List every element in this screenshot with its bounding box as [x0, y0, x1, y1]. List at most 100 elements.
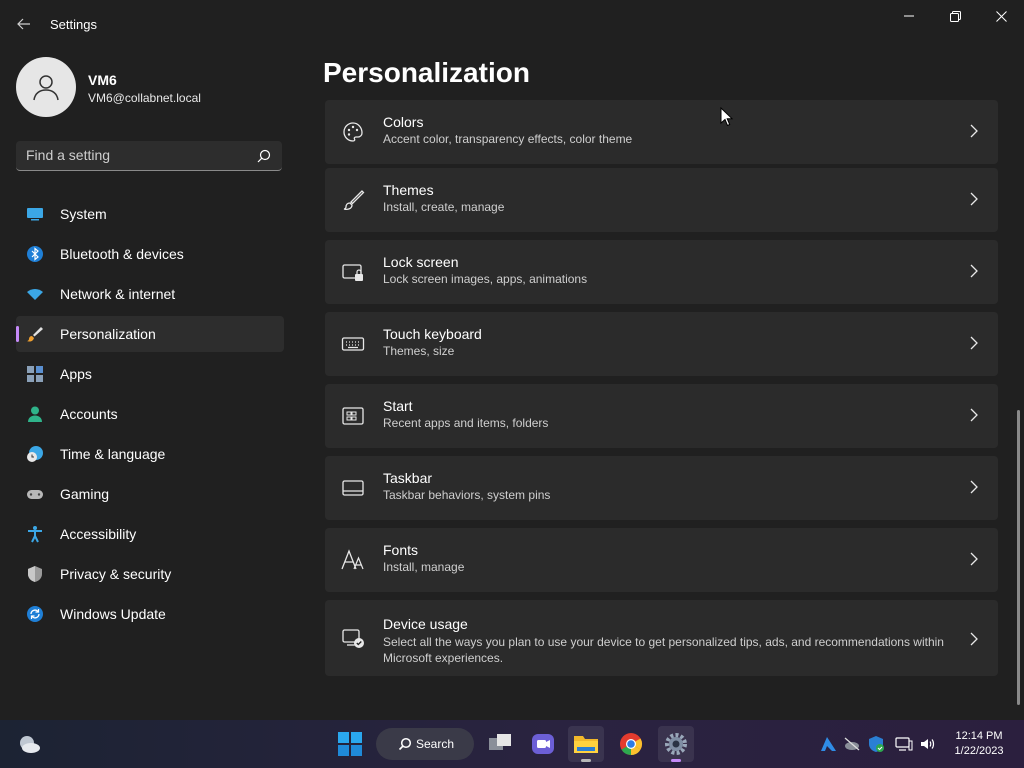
file-explorer-button[interactable] — [568, 726, 604, 762]
onedrive-icon[interactable] — [843, 735, 861, 753]
back-arrow-icon — [17, 18, 30, 30]
card-title: Themes — [383, 182, 434, 198]
back-button[interactable] — [10, 10, 38, 38]
sidebar-item-network-internet[interactable]: Network & internet — [16, 276, 284, 312]
sidebar-item-privacy-security[interactable]: Privacy & security — [16, 556, 284, 592]
sidebar-item-system[interactable]: System — [16, 196, 284, 232]
sidebar-item-accounts[interactable]: Accounts — [16, 396, 284, 432]
system-clock[interactable]: 12:14 PM 1/22/2023 — [946, 729, 1012, 759]
start-button[interactable] — [336, 730, 364, 758]
palette-icon — [343, 122, 363, 142]
card-subtitle: Taskbar behaviors, system pins — [383, 488, 551, 502]
card-title: Lock screen — [383, 254, 459, 270]
card-start[interactable]: Start Recent apps and items, folders — [325, 384, 998, 448]
device-usage-icon — [342, 629, 364, 648]
chrome-button[interactable] — [613, 726, 649, 762]
accessibility-icon — [28, 526, 42, 543]
wifi-icon — [27, 289, 43, 300]
card-subtitle: Install, create, manage — [383, 200, 505, 214]
card-subtitle: Accent color, transparency effects, colo… — [383, 132, 633, 146]
running-indicator — [581, 759, 591, 762]
card-subtitle: Select all the ways you plan to use your… — [383, 635, 944, 665]
settings-app-button[interactable] — [658, 726, 694, 762]
taskbar-search-button[interactable]: Search — [376, 728, 474, 760]
avatar — [16, 57, 76, 117]
close-button[interactable] — [978, 0, 1024, 32]
taskbar-search-label: Search — [416, 737, 455, 751]
card-title: Taskbar — [383, 470, 433, 486]
window-title: Settings — [50, 17, 97, 32]
restore-icon — [949, 10, 961, 22]
card-title: Device usage — [383, 616, 468, 632]
card-touch-keyboard[interactable]: Touch keyboard Themes, size — [325, 312, 998, 376]
card-taskbar[interactable]: Taskbar Taskbar behaviors, system pins — [325, 456, 998, 520]
sidebar-item-label: Network & internet — [60, 286, 176, 302]
accounts-icon — [28, 406, 42, 422]
sidebar-item-label: Gaming — [60, 486, 110, 502]
search-icon — [398, 737, 412, 751]
sidebar-item-label: Privacy & security — [60, 566, 172, 582]
sidebar-item-bluetooth-devices[interactable]: Bluetooth & devices — [16, 236, 284, 272]
chevron-right-icon — [970, 124, 978, 138]
card-fonts[interactable]: Fonts Install, manage — [325, 528, 998, 592]
minimize-button[interactable] — [886, 0, 932, 32]
card-title: Colors — [383, 114, 424, 130]
restore-button[interactable] — [932, 0, 978, 32]
user-icon — [33, 75, 59, 101]
sidebar-item-label: Time & language — [60, 446, 166, 462]
clock-time: 12:14 PM — [955, 730, 1003, 742]
gear-icon — [665, 733, 687, 755]
shield-icon — [28, 566, 42, 582]
scrollbar[interactable] — [1017, 410, 1020, 705]
sidebar-item-personalization[interactable]: Personalization — [16, 316, 284, 352]
clock-globe-icon — [27, 446, 43, 462]
card-lock-screen[interactable]: Lock screen Lock screen images, apps, an… — [325, 240, 998, 304]
user-profile[interactable]: VM6 VM6@collabnet.local — [16, 57, 286, 117]
sidebar-nav: System Bluetooth & devices Network & int… — [16, 196, 284, 636]
sidebar-item-label: Windows Update — [60, 606, 166, 622]
sidebar-item-accessibility[interactable]: Accessibility — [16, 516, 284, 552]
sidebar-item-label: Accounts — [60, 406, 118, 422]
user-name: VM6 — [88, 72, 117, 88]
brush-icon — [27, 327, 43, 342]
minimize-icon — [904, 15, 914, 17]
chrome-icon — [620, 733, 642, 755]
bluetooth-icon — [27, 246, 43, 262]
card-colors[interactable]: Colors Accent color, transparency effect… — [325, 100, 998, 164]
network-icon[interactable] — [895, 735, 913, 753]
sidebar-item-label: System — [60, 206, 107, 222]
card-subtitle: Install, manage — [383, 560, 465, 574]
chevron-right-icon — [970, 192, 978, 206]
sidebar-item-label: Personalization — [60, 326, 156, 342]
card-subtitle: Lock screen images, apps, animations — [383, 272, 588, 286]
task-view-icon — [489, 734, 511, 750]
teams-chat-button[interactable] — [525, 726, 561, 762]
chevron-right-icon — [970, 552, 978, 566]
sidebar-item-apps[interactable]: Apps — [16, 356, 284, 392]
defender-icon[interactable] — [867, 735, 885, 753]
card-title: Touch keyboard — [383, 326, 482, 342]
sidebar-item-time-language[interactable]: Time & language — [16, 436, 284, 472]
task-view-button[interactable] — [482, 726, 518, 762]
apps-icon — [27, 366, 43, 382]
close-icon — [995, 10, 1007, 22]
taskbar: Search 12:14 PM 1/22/2023 — [0, 720, 1024, 768]
azure-icon[interactable] — [819, 735, 837, 753]
card-subtitle: Themes, size — [383, 344, 455, 358]
page-title: Personalization — [323, 57, 530, 88]
fonts-icon — [341, 549, 364, 570]
search-icon[interactable] — [256, 148, 272, 164]
chevron-right-icon — [970, 480, 978, 494]
folder-icon — [574, 736, 598, 753]
card-device-usage[interactable]: Device usage Select all the ways you pla… — [325, 600, 998, 676]
sidebar-item-windows-update[interactable]: Windows Update — [16, 596, 284, 632]
card-themes[interactable]: Themes Install, create, manage — [325, 168, 998, 232]
search-input[interactable] — [16, 141, 256, 169]
chevron-right-icon — [970, 336, 978, 350]
mouse-cursor-icon — [720, 107, 734, 127]
sidebar-item-gaming[interactable]: Gaming — [16, 476, 284, 512]
search-box — [16, 141, 282, 171]
gamepad-icon — [27, 490, 43, 499]
volume-icon[interactable] — [919, 735, 937, 753]
weather-icon[interactable] — [16, 732, 42, 756]
